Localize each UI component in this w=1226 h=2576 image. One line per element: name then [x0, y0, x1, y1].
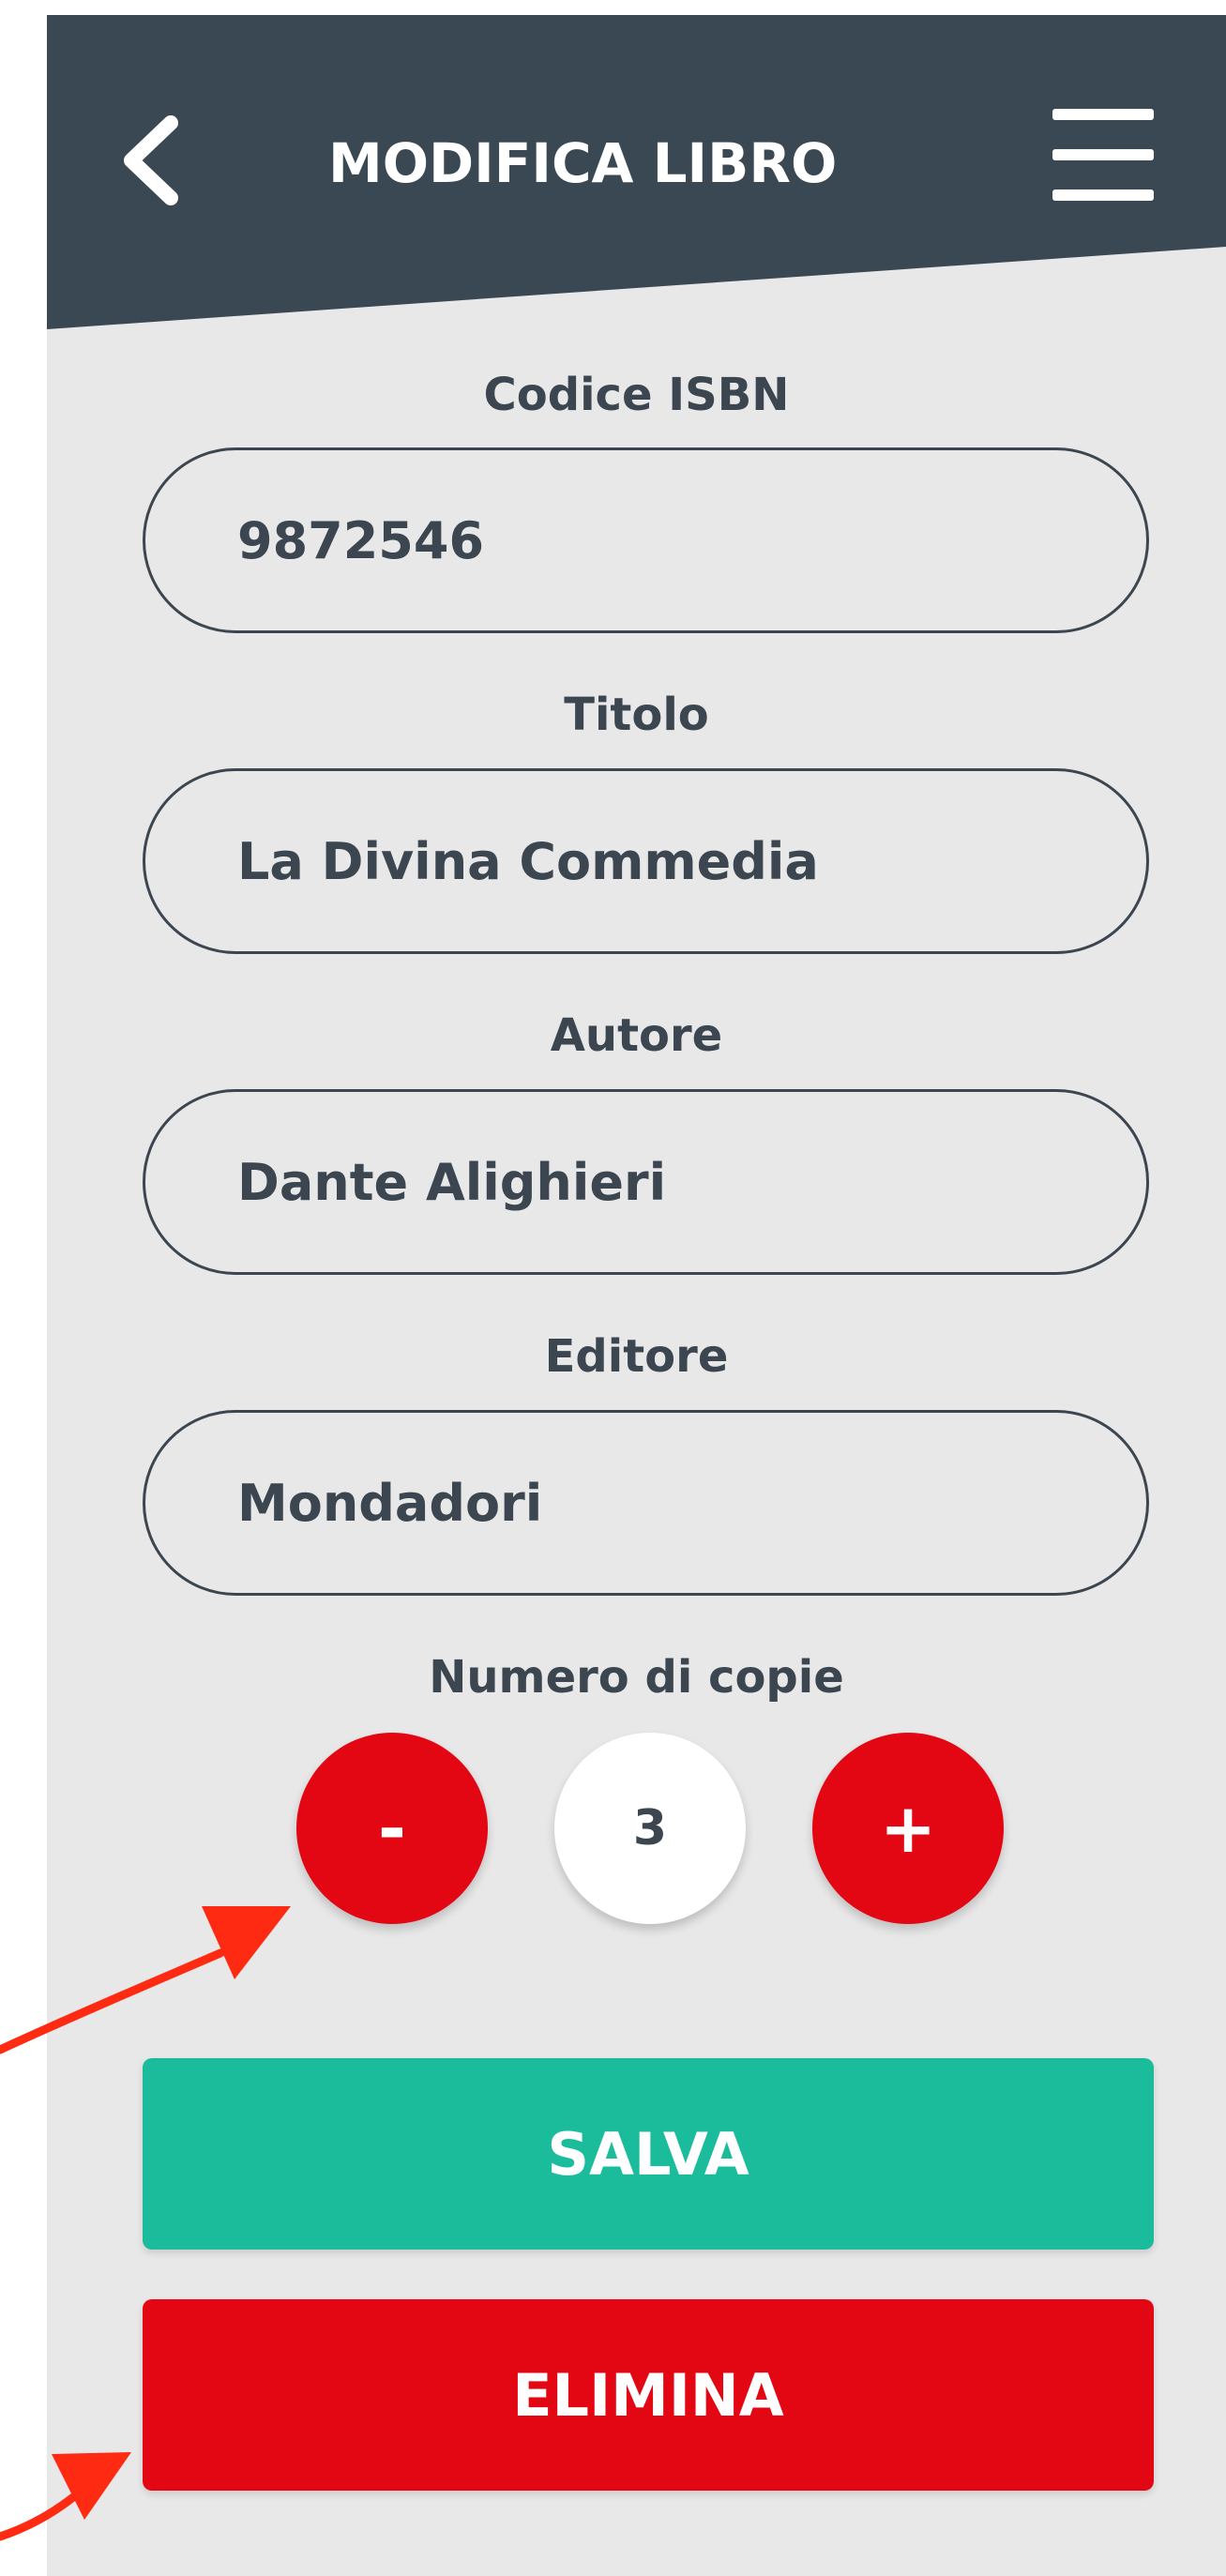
isbn-input[interactable]: [143, 447, 1149, 633]
chevron-left-icon: [124, 115, 178, 205]
delete-button[interactable]: ELIMINA: [143, 2299, 1154, 2491]
increment-copies-button[interactable]: +: [812, 1733, 1004, 1924]
decrement-copies-button[interactable]: -: [296, 1733, 488, 1924]
menu-button[interactable]: [1041, 99, 1163, 221]
hamburger-menu-icon-line: [1052, 149, 1154, 160]
app-header: MODIFICA LIBRO: [47, 15, 1226, 334]
page-title: MODIFICA LIBRO: [328, 131, 838, 195]
publisher-input[interactable]: [143, 1410, 1149, 1596]
isbn-label: Codice ISBN: [483, 369, 790, 421]
app-screen: MODIFICA LIBRO Codice ISBN Titolo Autore…: [47, 15, 1226, 2576]
author-input[interactable]: [143, 1089, 1149, 1275]
title-label: Titolo: [564, 689, 709, 741]
publisher-label: Editore: [544, 1330, 729, 1383]
copies-label: Numero di copie: [429, 1651, 844, 1704]
title-input[interactable]: [143, 768, 1149, 954]
hamburger-menu-icon-line: [1052, 189, 1154, 201]
back-button[interactable]: [113, 104, 188, 217]
save-button[interactable]: SALVA: [143, 2058, 1154, 2250]
hamburger-menu-icon: [1052, 109, 1154, 120]
copies-count: 3: [554, 1733, 746, 1924]
author-label: Autore: [550, 1009, 723, 1062]
